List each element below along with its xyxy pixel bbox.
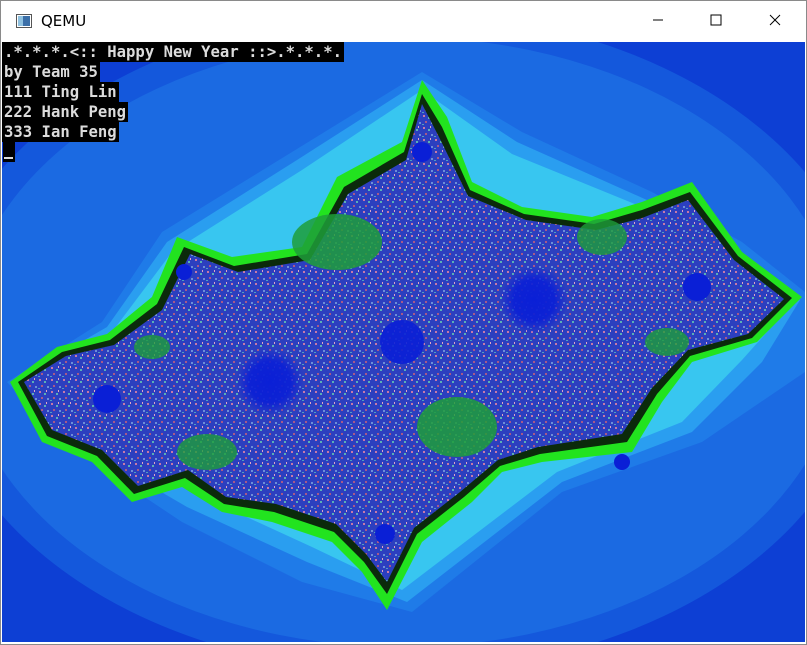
vm-display[interactable]: .*.*.*.<:: Happy New Year ::>.*.*.*. by … bbox=[2, 42, 805, 642]
console-line: by Team 35 bbox=[2, 62, 100, 82]
close-button[interactable] bbox=[746, 1, 804, 42]
console-line: .*.*.*.<:: Happy New Year ::>.*.*.*. bbox=[2, 42, 344, 62]
console-line: 222 Hank Peng bbox=[2, 102, 129, 122]
title-bar[interactable]: QEMU bbox=[1, 1, 806, 42]
maximize-icon bbox=[710, 13, 722, 31]
window-title: QEMU bbox=[41, 12, 87, 30]
close-icon bbox=[769, 13, 781, 31]
minimize-button[interactable] bbox=[629, 1, 687, 42]
console-line: 333 Ian Feng bbox=[2, 122, 119, 142]
maximize-button[interactable] bbox=[687, 1, 745, 42]
minimize-icon bbox=[652, 13, 664, 31]
console-line: 111 Ting Lin bbox=[2, 82, 119, 102]
console-text: .*.*.*.<:: Happy New Year ::>.*.*.*. by … bbox=[2, 42, 344, 142]
qemu-monitor-icon[interactable] bbox=[16, 14, 32, 28]
qemu-window: QEMU .*.*.*.<:: Happy New Year::>.*.*.*… bbox=[0, 0, 807, 645]
text-cursor bbox=[3, 142, 15, 162]
